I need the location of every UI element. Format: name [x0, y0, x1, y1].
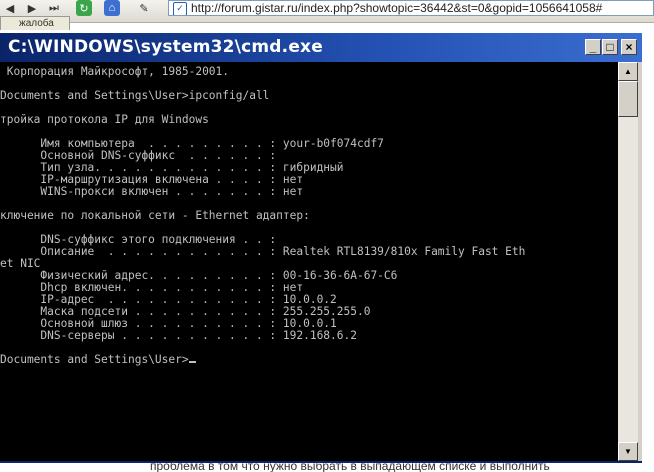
console-line: Корпорация Майкрософт, 1985-2001.	[0, 65, 230, 78]
page-icon: ✓	[173, 2, 187, 15]
cmd-window: C:\WINDOWS\system32\cmd.exe _ □ × Корпор…	[0, 33, 642, 463]
console-output[interactable]: Корпорация Майкрософт, 1985-2001. Docume…	[0, 62, 618, 461]
forward-icon[interactable]: ⏭	[46, 0, 62, 16]
console-line: ключение по локальной сети - Ethernet ад…	[0, 209, 310, 222]
browser-tab[interactable]: жалоба	[0, 16, 70, 30]
back-arrow-icon[interactable]: ◀	[2, 0, 18, 16]
console-text: Корпорация Майкрософт, 1985-2001. Docume…	[0, 62, 618, 366]
window-frame	[638, 62, 642, 461]
console-prompt: Documents and Settings\User>	[0, 353, 189, 366]
maximize-icon: □	[606, 40, 614, 54]
title-bar[interactable]: C:\WINDOWS\system32\cmd.exe _ □ ×	[0, 33, 642, 62]
close-button[interactable]: ×	[621, 39, 637, 55]
close-icon: ×	[625, 40, 633, 54]
scroll-thumb[interactable]	[618, 81, 638, 117]
text-cursor	[188, 361, 196, 363]
minimize-button[interactable]: _	[585, 39, 601, 55]
address-text: http://forum.gistar.ru/index.php?showtop…	[191, 1, 603, 15]
console-line: DNS-серверы . . . . . . . . . . . : 192.…	[0, 329, 357, 342]
play-icon[interactable]: ▶	[24, 0, 40, 16]
vertical-scrollbar[interactable]: ▲ ▼	[618, 62, 638, 461]
console-line: Описание . . . . . . . . . . . . : Realt…	[0, 245, 526, 258]
maximize-button[interactable]: □	[602, 39, 618, 55]
console-line: тройка протокола IP для Windows	[0, 113, 209, 126]
address-bar[interactable]: ✓ http://forum.gistar.ru/index.php?showt…	[168, 0, 654, 16]
minimize-icon: _	[589, 40, 597, 54]
scroll-down-icon[interactable]: ▼	[618, 442, 638, 461]
window-title: C:\WINDOWS\system32\cmd.exe	[8, 37, 323, 57]
browser-toolbar: ◀ ▶ ⏭ ↻ ⌂ ✎ ✓ http://forum.gistar.ru/ind…	[0, 0, 654, 23]
home-icon[interactable]: ⌂	[104, 0, 120, 16]
refresh-icon[interactable]: ↻	[76, 0, 92, 16]
scroll-up-icon[interactable]: ▲	[618, 62, 638, 81]
tab-label: жалоба	[19, 18, 54, 29]
console-line: Documents and Settings\User>ipconfig/all	[0, 89, 270, 102]
page-text-below: проблема в том что нужно выбрать в выпад…	[150, 460, 550, 472]
edit-icon[interactable]: ✎	[136, 0, 152, 16]
console-line: WINS-прокси включен . . . . . . . : нет	[0, 185, 304, 198]
